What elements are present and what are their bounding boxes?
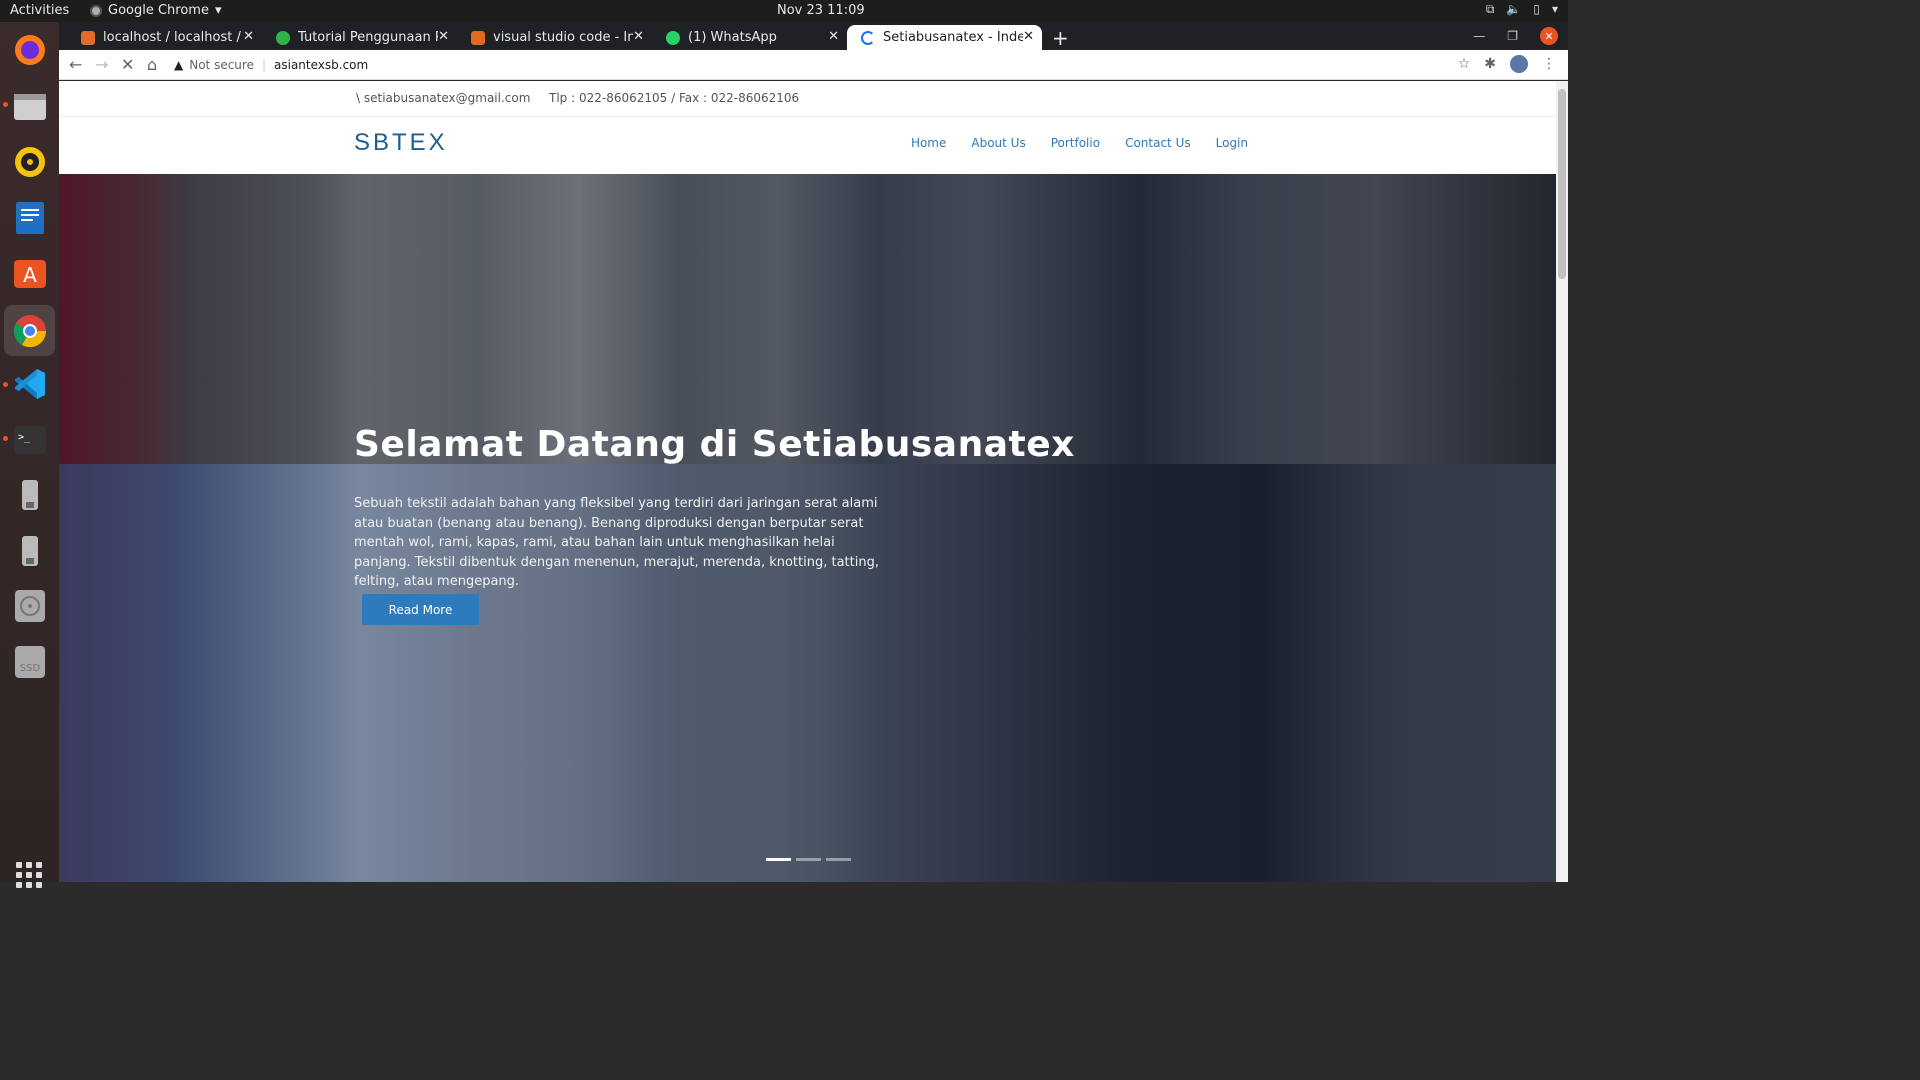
clock[interactable]: Nov 23 11:09 <box>777 3 865 18</box>
stackoverflow-icon <box>471 30 485 45</box>
carousel-indicators <box>766 858 851 861</box>
tab-label: (1) WhatsApp <box>688 30 777 45</box>
phpmyadmin-icon <box>81 30 95 45</box>
url-text[interactable]: asiantexsb.com <box>274 58 368 72</box>
terminal-icon[interactable]: >_ <box>10 420 50 460</box>
tab-tutorial[interactable]: Tutorial Penggunaan Per ✕ <box>262 25 457 50</box>
tab-whatsapp[interactable]: (1) WhatsApp ✕ <box>652 25 847 50</box>
hero-carousel[interactable]: Selamat Datang di Setiabusanatex Sebuah … <box>59 174 1556 882</box>
firefox-icon[interactable] <box>10 30 50 70</box>
tab-stackoverflow[interactable]: visual studio code - Insuff ✕ <box>457 25 652 50</box>
caret-down-icon: ▾ <box>214 3 222 18</box>
bookmark-star-icon[interactable]: ☆ <box>1458 56 1471 72</box>
svg-text:A: A <box>23 263 37 287</box>
chrome-dock-icon[interactable] <box>4 305 55 356</box>
site-header: SBTEX Home About Us Portfolio Contact Us… <box>59 117 1556 174</box>
loading-spinner-icon <box>861 30 875 45</box>
minimize-icon[interactable]: — <box>1473 29 1485 43</box>
tab-label: localhost / localhost / ma <box>103 30 243 45</box>
software-center-icon[interactable]: A <box>10 253 50 293</box>
nav-contact-us[interactable]: Contact Us <box>1125 136 1191 150</box>
web-page: \ setiabusanatex@gmail.com Tlp : 022-860… <box>59 81 1556 882</box>
rhythmbox-icon[interactable] <box>10 142 50 182</box>
carousel-indicator-3[interactable] <box>826 858 851 861</box>
running-indicator <box>3 436 8 441</box>
app-menu-label: Google Chrome <box>108 3 209 18</box>
optical-drive-icon[interactable] <box>10 586 50 626</box>
forward-icon[interactable]: → <box>95 55 108 74</box>
ssd-drive-icon[interactable]: SSD <box>10 642 50 682</box>
home-icon[interactable]: ⌂ <box>147 55 157 74</box>
close-icon[interactable]: ✕ <box>633 29 644 44</box>
system-tray[interactable]: ⧉ 🔈 ▯ ▾ <box>1486 2 1558 17</box>
tab-label: Tutorial Penggunaan Per <box>298 30 438 45</box>
nav-home[interactable]: Home <box>911 136 946 150</box>
nav-portfolio[interactable]: Portfolio <box>1051 136 1100 150</box>
contact-phone: Tlp : 022-86062105 / Fax : 022-86062106 <box>549 91 800 105</box>
show-apps-icon[interactable] <box>16 862 42 888</box>
contact-email: \ setiabusanatex@gmail.com <box>356 91 531 105</box>
carousel-indicator-1[interactable] <box>766 858 791 861</box>
tab-strip: localhost / localhost / ma ✕ Tutorial Pe… <box>59 22 1568 50</box>
whatsapp-icon <box>666 30 680 45</box>
toolbar: ← → ✕ ⌂ ▲ Not secure | asiantexsb.com ☆ … <box>59 50 1568 80</box>
usb-drive-icon[interactable] <box>10 531 50 571</box>
battery-icon: ▯ <box>1533 2 1540 16</box>
nav-about-us[interactable]: About Us <box>971 136 1025 150</box>
tab-localhost[interactable]: localhost / localhost / ma ✕ <box>67 25 262 50</box>
activities-button[interactable]: Activities <box>10 3 69 18</box>
volume-icon: 🔈 <box>1506 2 1522 16</box>
carousel-indicator-2[interactable] <box>796 858 821 861</box>
new-tab-button[interactable]: + <box>1052 26 1069 50</box>
extensions-icon[interactable]: ✱ <box>1484 56 1496 72</box>
chevron-down-icon: ▾ <box>1551 2 1558 16</box>
close-icon[interactable]: ✕ <box>438 29 449 44</box>
app-menu[interactable]: Google Chrome ▾ <box>90 3 222 18</box>
vscode-icon[interactable] <box>10 364 50 404</box>
security-label[interactable]: Not secure <box>189 58 254 72</box>
profile-avatar[interactable] <box>1510 55 1528 73</box>
svg-text:>_: >_ <box>18 432 31 443</box>
read-more-button[interactable]: Read More <box>362 594 479 625</box>
hero-title: Selamat Datang di Setiabusanatex <box>354 424 1075 465</box>
scrollbar-thumb[interactable] <box>1558 89 1566 279</box>
usb-drive-icon[interactable] <box>10 475 50 515</box>
maximize-icon[interactable]: ❐ <box>1507 29 1518 43</box>
system-top-bar: Activities Google Chrome ▾ Nov 23 11:09 … <box>0 0 1568 22</box>
hero-description: Sebuah tekstil adalah bahan yang fleksib… <box>354 496 879 589</box>
main-nav: Home About Us Portfolio Contact Us Login <box>911 136 1248 150</box>
back-icon[interactable]: ← <box>69 55 82 74</box>
contact-info-bar: \ setiabusanatex@gmail.com Tlp : 022-860… <box>59 81 1556 117</box>
site-logo[interactable]: SBTEX <box>354 129 448 157</box>
tab-label: visual studio code - Insuff <box>493 30 633 45</box>
window-controls: — ❐ ✕ <box>1473 27 1558 45</box>
warning-icon[interactable]: ▲ <box>174 58 183 72</box>
writer-icon[interactable] <box>10 198 50 238</box>
close-icon[interactable]: ✕ <box>1023 29 1034 44</box>
network-icon: ⧉ <box>1485 2 1495 16</box>
menu-kebab-icon[interactable]: ⋮ <box>1542 56 1556 72</box>
running-indicator <box>3 382 8 387</box>
svg-text:SSD: SSD <box>20 663 41 674</box>
close-icon[interactable]: ✕ <box>828 29 839 44</box>
files-icon[interactable] <box>10 86 50 126</box>
toolbar-actions: ☆ ✱ ⋮ <box>1458 55 1556 73</box>
close-icon[interactable]: ✕ <box>243 29 254 44</box>
running-indicator <box>3 102 8 107</box>
divider: | <box>261 58 267 72</box>
omnibox[interactable]: ▲ Not secure | asiantexsb.com <box>174 54 1474 76</box>
close-window-icon[interactable]: ✕ <box>1540 27 1558 45</box>
chrome-icon <box>90 4 102 17</box>
page-scrollbar[interactable] <box>1556 81 1568 882</box>
nav-login[interactable]: Login <box>1216 136 1248 150</box>
tab-setiabusanatex[interactable]: Setiabusanatex - Index ✕ <box>847 25 1042 50</box>
stop-loading-icon[interactable]: ✕ <box>121 55 134 74</box>
tab-label: Setiabusanatex - Index <box>883 30 1023 45</box>
dock: A >_ SSD <box>0 22 59 888</box>
lms-icon <box>276 30 290 45</box>
